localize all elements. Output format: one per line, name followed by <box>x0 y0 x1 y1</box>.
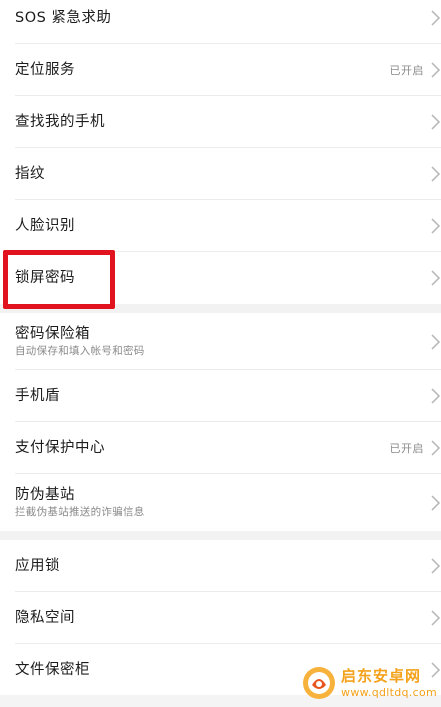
row-phone-shield[interactable]: 手机盾 <box>0 370 441 422</box>
security-group-1: SOS 紧急求助 定位服务 已开启 查找我的手机 指纹 人脸识别 锁屏密码 <box>0 0 441 304</box>
chevron-right-icon <box>431 10 441 26</box>
section-gap <box>0 304 441 313</box>
chevron-right-icon <box>431 440 441 456</box>
row-label: SOS 紧急求助 <box>15 10 112 26</box>
row-password-vault[interactable]: 密码保险箱 自动保存和填入帐号和密码 <box>0 313 441 370</box>
row-app-lock[interactable]: 应用锁 <box>0 540 441 592</box>
settings-screen: SOS 紧急求助 定位服务 已开启 查找我的手机 指纹 人脸识别 锁屏密码 密码… <box>0 0 441 707</box>
row-label: 定位服务 <box>15 62 75 78</box>
watermark-logo-icon <box>303 667 336 699</box>
row-label: 支付保护中心 <box>15 440 105 456</box>
section-gap <box>0 531 441 540</box>
row-label: 手机盾 <box>15 388 60 404</box>
row-private-space[interactable]: 隐私空间 <box>0 592 441 644</box>
row-face-recognition[interactable]: 人脸识别 <box>0 200 441 252</box>
row-label: 文件保密柜 <box>15 662 90 678</box>
row-lock-screen-password[interactable]: 锁屏密码 <box>0 252 441 304</box>
chevron-right-icon <box>431 610 441 626</box>
row-label: 隐私空间 <box>15 610 75 626</box>
chevron-right-icon <box>431 166 441 182</box>
row-fingerprint[interactable]: 指纹 <box>0 148 441 200</box>
row-payment-protection[interactable]: 支付保护中心 已开启 <box>0 422 441 474</box>
row-sublabel: 自动保存和填入帐号和密码 <box>15 345 145 357</box>
status-text: 已开启 <box>389 442 424 455</box>
chevron-right-icon <box>431 114 441 130</box>
row-label: 人脸识别 <box>15 218 75 234</box>
status-text: 已开启 <box>389 64 424 77</box>
row-sublabel: 拦截伪基站推送的诈骗信息 <box>15 506 145 518</box>
watermark-title: 启东安卓网 <box>341 666 422 685</box>
row-sos-emergency[interactable]: SOS 紧急求助 <box>0 0 441 44</box>
row-label: 查找我的手机 <box>15 114 105 130</box>
row-label: 应用锁 <box>15 558 60 574</box>
row-find-my-phone[interactable]: 查找我的手机 <box>0 96 441 148</box>
row-label: 防伪基站 <box>15 487 75 503</box>
watermark-url: www.qdltdq.com <box>341 685 437 699</box>
row-location-service[interactable]: 定位服务 已开启 <box>0 44 441 96</box>
row-label: 密码保险箱 <box>15 326 90 342</box>
row-fake-base-station[interactable]: 防伪基站 拦截伪基站推送的诈骗信息 <box>0 474 441 531</box>
row-label: 指纹 <box>15 166 45 182</box>
chevron-right-icon <box>431 558 441 574</box>
chevron-right-icon <box>431 62 441 78</box>
chevron-right-icon <box>431 270 441 286</box>
chevron-right-icon <box>431 494 441 511</box>
chevron-right-icon <box>431 388 441 404</box>
chevron-right-icon <box>431 218 441 234</box>
site-watermark: 启东安卓网 www.qdltdq.com <box>301 665 437 701</box>
row-label: 锁屏密码 <box>15 270 75 286</box>
security-group-2: 密码保险箱 自动保存和填入帐号和密码 手机盾 支付保护中心 已开启 防伪基站 拦 <box>0 313 441 531</box>
chevron-right-icon <box>431 333 441 350</box>
